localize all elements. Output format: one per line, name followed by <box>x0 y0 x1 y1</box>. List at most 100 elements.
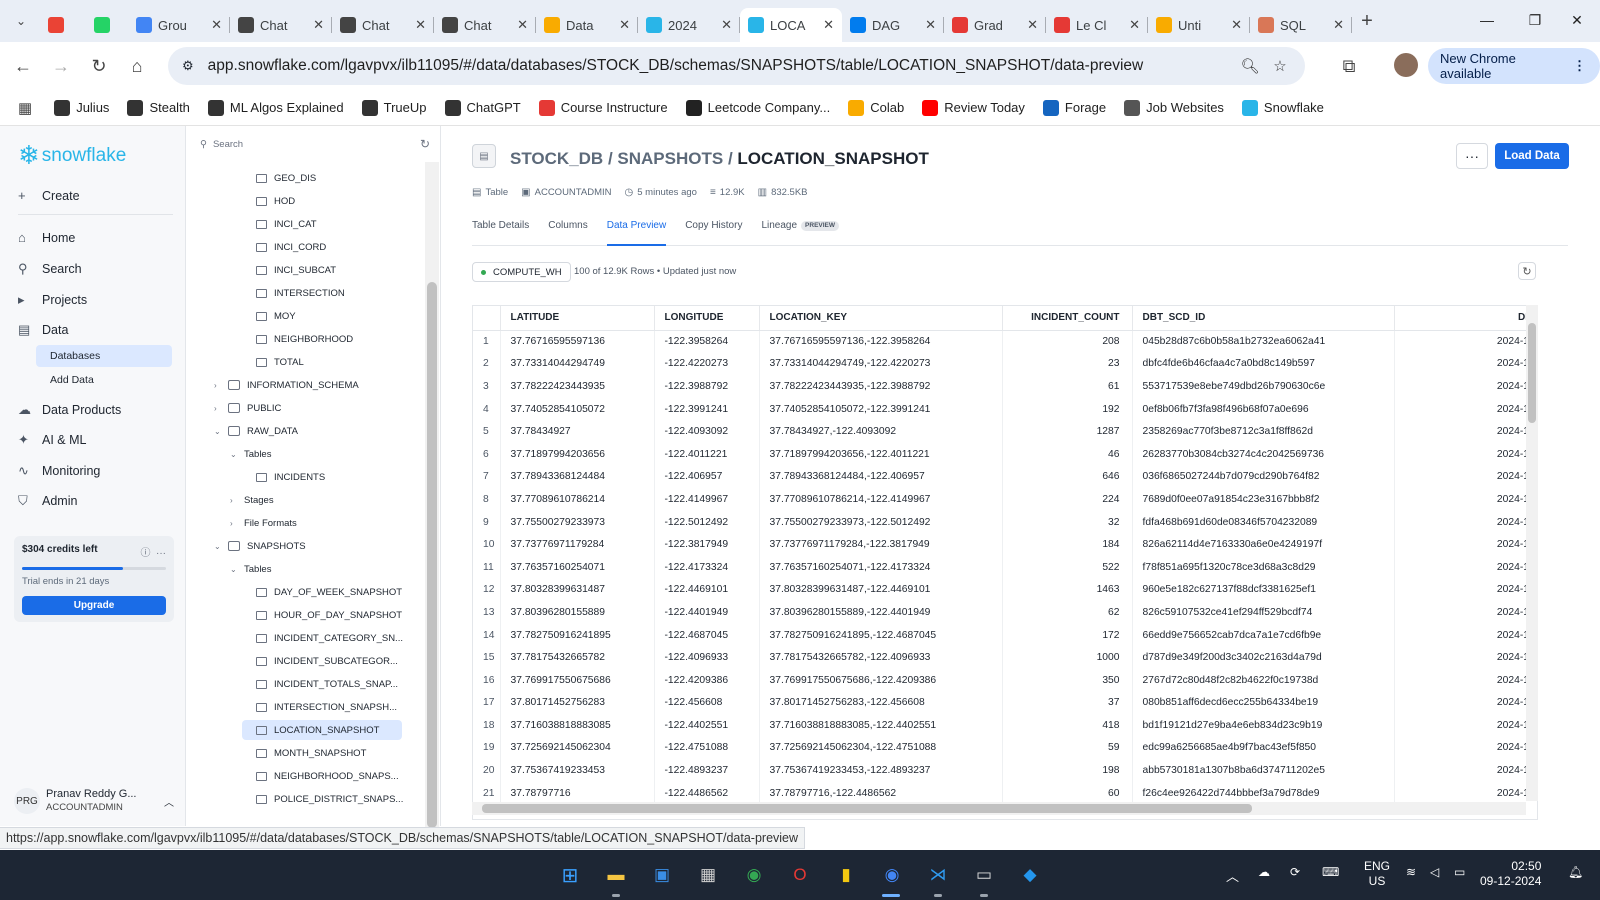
zoom-icon[interactable]: 🔍︎ <box>1235 57 1265 75</box>
table-cell[interactable]: 2024-12-09T10:45: <box>1394 691 1537 715</box>
table-cell[interactable]: 2024-12-09T10:45: <box>1394 442 1537 466</box>
browser-tab[interactable]: 2024 ✕ <box>638 8 740 42</box>
bookmark-item[interactable]: Colab <box>848 99 904 116</box>
tab-close-icon[interactable]: ✕ <box>415 17 426 33</box>
table-cell[interactable]: 2024-12-09T10:45: <box>1394 759 1537 782</box>
table-row[interactable]: 10 37.73776971179284 -122.3817949 37.737769… <box>473 533 1537 556</box>
tree-item[interactable]: NEIGHBORHOOD <box>186 329 422 349</box>
grid-hscroll-thumb[interactable] <box>482 804 1252 813</box>
table-cell[interactable]: 46 <box>1002 442 1133 466</box>
grid-horizontal-scrollbar[interactable] <box>472 802 1526 815</box>
minimize-icon[interactable]: — <box>1464 0 1510 40</box>
tab-close-icon[interactable]: ✕ <box>721 17 732 33</box>
table-cell[interactable]: 2024-12-09T10:45: <box>1394 510 1537 534</box>
tree-item[interactable]: INCI_CAT <box>186 214 422 234</box>
table-row[interactable]: 12 37.80328399631487 -122.4469101 37.803283… <box>473 578 1537 602</box>
tree-item[interactable]: › INFORMATION_SCHEMA <box>186 375 422 395</box>
table-cell[interactable]: 172 <box>1002 623 1133 647</box>
bookmark-item[interactable]: ML Algos Explained <box>207 99 344 116</box>
tree-item[interactable]: INTERSECTION <box>186 283 422 303</box>
tree-item[interactable]: ⌄ SNAPSHOTS <box>186 536 422 556</box>
table-cell[interactable]: -122.4402551 <box>654 714 760 737</box>
tree-search-input[interactable]: ⚲ Search ↻ <box>200 134 430 154</box>
table-cell[interactable]: 66edd9e756652cab7dca7a1e7cd6fb9e <box>1132 623 1395 647</box>
table-cell[interactable]: 418 <box>1002 714 1133 737</box>
table-cell[interactable]: -122.3958264 <box>654 330 760 353</box>
tab-close-icon[interactable]: ✕ <box>619 17 630 33</box>
table-cell[interactable]: 192 <box>1002 397 1133 421</box>
tree-item[interactable]: INTERSECTION_SNAPSH... <box>186 697 422 717</box>
browser-tab[interactable] <box>36 8 82 42</box>
table-cell[interactable]: -122.4469101 <box>654 578 760 602</box>
tree-item[interactable]: ⌄ Tables <box>186 444 422 464</box>
chevron-down-icon[interactable]: ⌄ <box>230 450 240 459</box>
table-row[interactable]: 3 37.78222423443935 -122.3988792 37.7822242… <box>473 375 1537 398</box>
browser-tab[interactable]: SQL ✕ <box>1250 8 1352 42</box>
table-cell[interactable]: 7689d0f0ee07a91854c23e3167bbb8f2 <box>1132 488 1395 511</box>
table-cell[interactable]: 37.76357160254071 <box>500 555 655 579</box>
table-cell[interactable]: 37.73314044294749 <box>500 352 655 376</box>
table-row[interactable]: 5 37.78434927 -122.4093092 37.78434927,-122… <box>473 420 1537 443</box>
table-row[interactable]: 1 37.76716595597136 -122.3958264 37.7671659… <box>473 330 1537 353</box>
calculator-icon[interactable]: ▦ <box>694 861 722 889</box>
table-cell[interactable]: 0ef8b06fb7f3fa98f496b68f07a0e696 <box>1132 397 1395 421</box>
tree-item[interactable]: MONTH_SNAPSHOT <box>186 743 422 763</box>
volume-icon[interactable]: ◁ <box>1430 865 1439 879</box>
table-cell[interactable]: 1287 <box>1002 420 1133 443</box>
table-cell[interactable]: 37.725692145062304 <box>500 736 655 760</box>
breadcrumb-database[interactable]: STOCK_DB <box>510 149 603 168</box>
table-cell[interactable]: 37.73776971179284 <box>500 533 655 556</box>
table-cell[interactable]: 826a62114d4e7163330a6e0e4249197f <box>1132 533 1395 556</box>
browser-tab[interactable]: Chat ✕ <box>230 8 332 42</box>
browser-tab[interactable]: Unti ✕ <box>1148 8 1250 42</box>
tree-item[interactable]: ⌄ Tables <box>186 559 422 579</box>
more-actions-button[interactable]: ··· <box>1456 143 1488 169</box>
tree-item[interactable]: INCIDENT_TOTALS_SNAP... <box>186 674 422 694</box>
tree-item[interactable]: LOCATION_SNAPSHOT <box>242 720 402 740</box>
reload-icon[interactable]: ↻ <box>80 47 118 85</box>
table-cell[interactable]: 045b28d87c6b0b58a1b2732ea6062a41 <box>1132 330 1395 353</box>
table-cell[interactable]: bd1f19121d27e9ba4e6eb834d23c9b19 <box>1132 714 1395 737</box>
tab-close-icon[interactable]: ✕ <box>1231 17 1242 33</box>
table-cell[interactable]: 37.78175432665782,-122.4096933 <box>759 646 1003 669</box>
table-cell[interactable]: 37.71897994203656 <box>500 442 655 466</box>
table-row[interactable]: 9 37.75500279233973 -122.5012492 37.7550027… <box>473 510 1537 534</box>
tab-close-icon[interactable]: ✕ <box>517 17 528 33</box>
user-menu[interactable]: PRG Pranav Reddy G... ACCOUNTADMIN ︿ <box>14 788 174 814</box>
table-cell[interactable]: -122.456608 <box>654 691 760 715</box>
warehouse-selector[interactable]: COMPUTE_WH <box>472 262 571 282</box>
chevron-down-icon[interactable]: ⌄ <box>214 427 224 436</box>
sync-icon[interactable]: ⟳ <box>1290 865 1300 879</box>
table-cell[interactable]: -122.4687045 <box>654 623 760 647</box>
tree-scrollbar[interactable] <box>425 162 439 828</box>
grid-vscroll-thumb[interactable] <box>1528 323 1536 423</box>
table-cell[interactable]: 37.80171452756283 <box>500 691 655 715</box>
table-row[interactable]: 15 37.78175432665782 -122.4096933 37.781754… <box>473 646 1537 669</box>
tree-scroll-thumb[interactable] <box>427 282 437 828</box>
nav-data-products[interactable]: ☁ Data Products <box>18 402 121 418</box>
nav-data[interactable]: ▤ Data <box>18 322 68 338</box>
tree-item[interactable]: TOTAL <box>186 352 422 372</box>
table-cell[interactable]: 26283770b3084cb3274c4c2042569736 <box>1132 442 1395 466</box>
table-cell[interactable]: 2024-12-09T10:45: <box>1394 623 1537 647</box>
table-row[interactable]: 13 37.80396280155889 -122.4401949 37.803962… <box>473 601 1537 624</box>
omnibox[interactable]: ⚙ app.snowflake.com/lgavpvx/ilb11095/#/d… <box>168 47 1305 85</box>
nav-add-data[interactable]: Add Data <box>36 369 172 391</box>
tree-item[interactable]: GEO_DIS <box>186 168 422 188</box>
table-cell[interactable]: 37.769917550675686 <box>500 668 655 692</box>
bookmark-item[interactable]: Julius <box>54 99 109 116</box>
browser-tab[interactable]: Le Cl ✕ <box>1046 8 1148 42</box>
tree-item[interactable]: INCIDENT_CATEGORY_SN... <box>186 628 422 648</box>
keyboard-icon[interactable]: ⌨ <box>1322 865 1339 879</box>
table-cell[interactable]: 37.769917550675686,-122.4209386 <box>759 668 1003 692</box>
table-row[interactable]: 6 37.71897994203656 -122.4011221 37.7189799… <box>473 442 1537 466</box>
bookmark-item[interactable]: Leetcode Company... <box>685 99 830 116</box>
table-cell[interactable]: 080b851aff6decd6ecc255b64334be19 <box>1132 691 1395 715</box>
table-cell[interactable]: 37.716038818883085 <box>500 714 655 737</box>
docker-icon[interactable]: ◆ <box>1016 861 1044 889</box>
browser-tab[interactable]: LOCA ✕ <box>740 8 842 42</box>
home-icon[interactable]: ⌂ <box>118 47 156 85</box>
tree-item[interactable]: ⌄ RAW_DATA <box>186 421 422 441</box>
column-header[interactable]: LATITUDE <box>500 306 655 331</box>
table-cell[interactable]: 2024-12-09T10:45: <box>1394 352 1537 376</box>
